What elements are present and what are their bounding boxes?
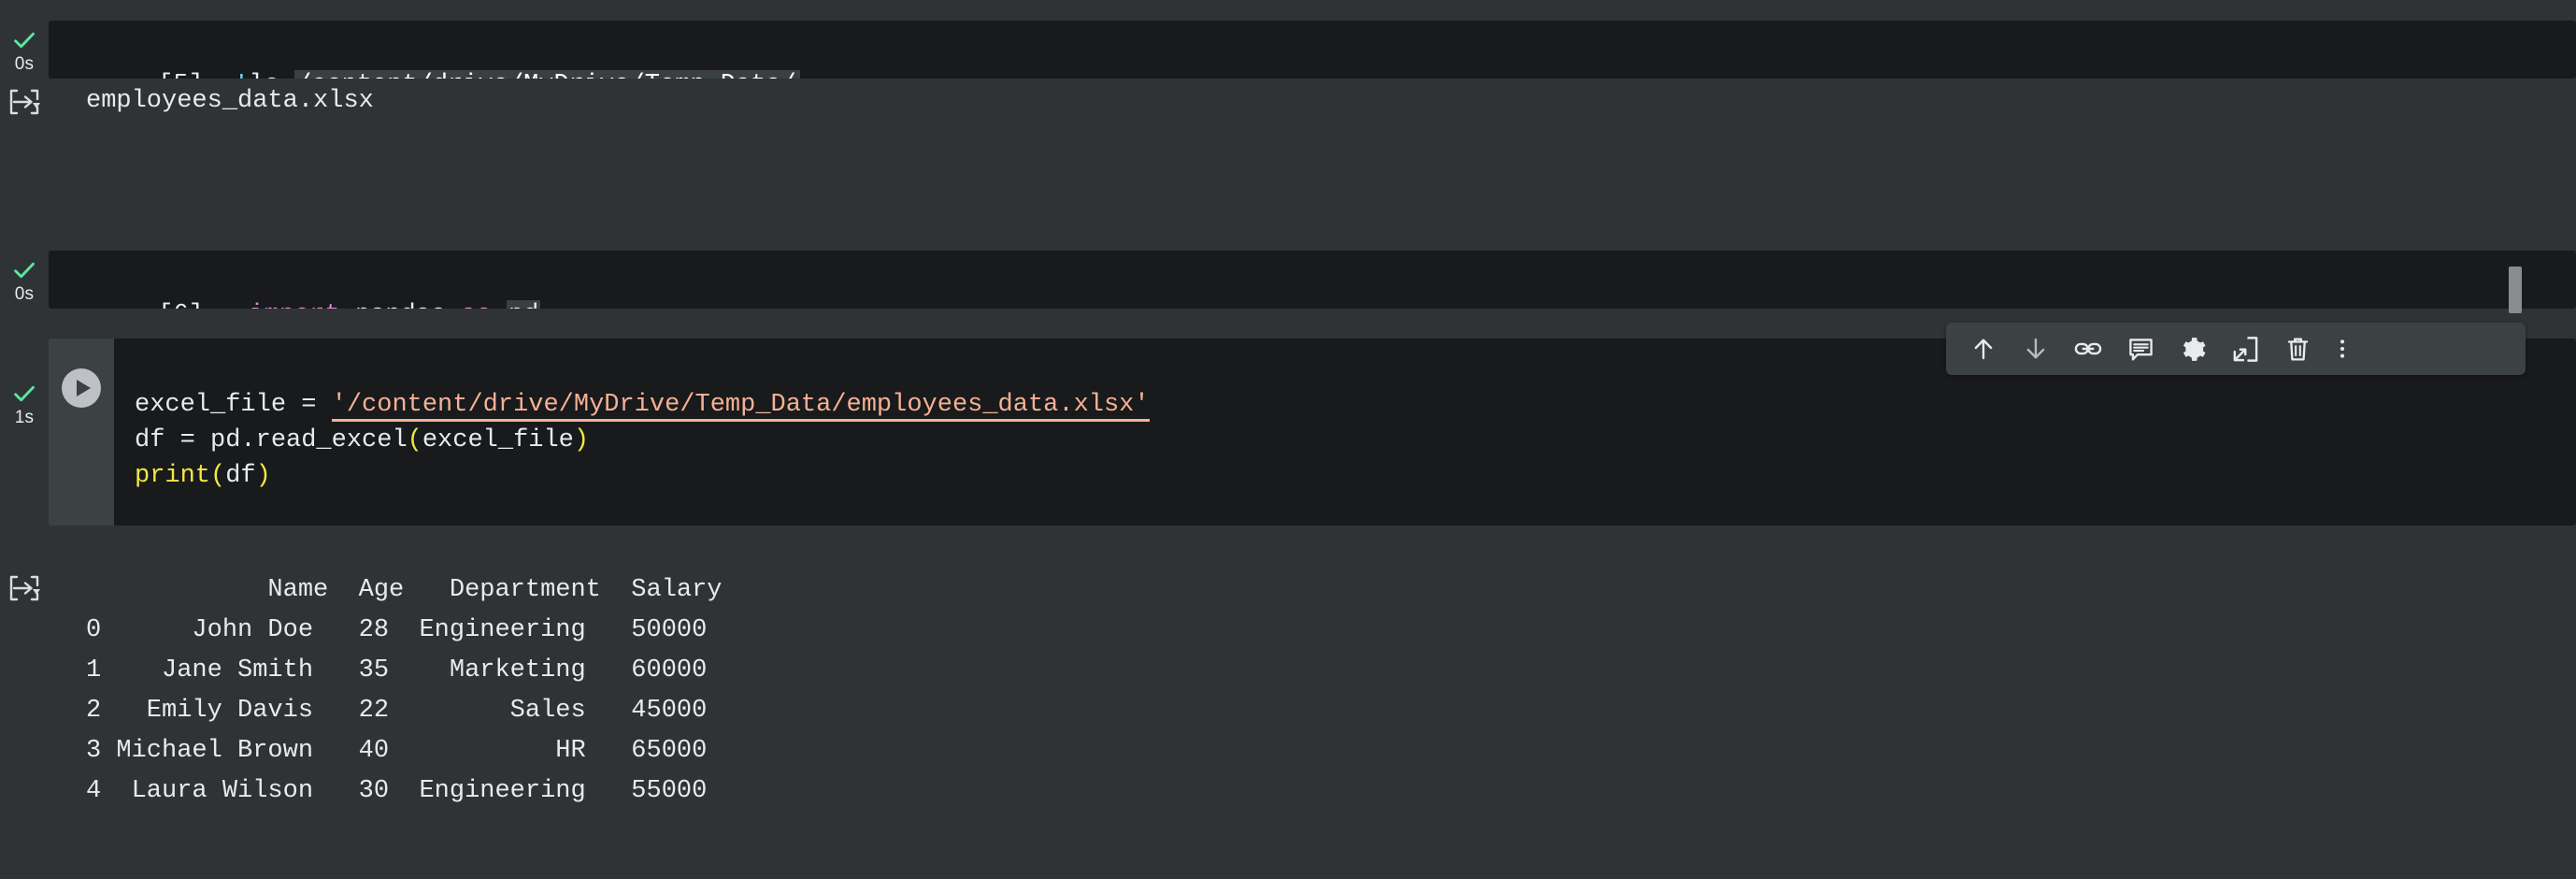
cell-3-gutter: 1s xyxy=(0,339,49,526)
close-paren: ) xyxy=(255,462,271,490)
cell-1-output-text: employees_data.xlsx xyxy=(86,87,374,115)
colab-notebook: 0s [5] !ls /content/drive/MyDrive/Temp_D… xyxy=(0,0,2576,879)
table-row: 4 Laura Wilson 30 Engineering 55000 xyxy=(86,777,708,805)
close-paren: ) xyxy=(573,426,590,454)
cell-1-output: employees_data.xlsx xyxy=(0,84,2576,127)
cell-3-run-time: 1s xyxy=(14,408,35,427)
cell-1-gutter: 0s xyxy=(0,21,49,79)
print-argument: df xyxy=(225,462,256,490)
open-paren: ( xyxy=(407,426,422,454)
assignment-operator: = xyxy=(286,391,332,419)
cell-2-gutter: 0s xyxy=(0,251,49,309)
cell-1-run-time: 0s xyxy=(14,54,35,74)
module-alias: pd xyxy=(506,300,541,309)
cell-2-exec-count: [6] xyxy=(158,297,204,309)
output-stream-icon[interactable] xyxy=(8,88,40,116)
cell-action-toolbar[interactable] xyxy=(1946,323,2526,375)
cell-1-output-icon-wrap xyxy=(0,84,49,116)
string-literal-path: '/content/drive/MyDrive/Temp_Data/employ… xyxy=(331,391,1150,422)
cell-2-editor[interactable]: [6] import pandas as pd xyxy=(49,251,2576,309)
shell-bang: ! xyxy=(234,71,249,79)
keyword-import: import xyxy=(249,301,339,309)
arrow-up-icon xyxy=(1974,339,1993,360)
mirror-tab-icon xyxy=(2233,336,2257,362)
arrow-down-icon xyxy=(2026,338,2045,359)
cell-2-scrollbar-thumb[interactable] xyxy=(2509,267,2522,313)
open-paren: ( xyxy=(210,462,226,490)
cell-2-run-time: 0s xyxy=(14,284,35,304)
play-icon xyxy=(77,380,91,396)
trash-icon xyxy=(2287,337,2308,361)
check-icon xyxy=(14,262,35,279)
cell-1-editor[interactable]: [5] !ls /content/drive/MyDrive/Temp_Data… xyxy=(49,21,2576,79)
cell-3-run-gutter xyxy=(49,339,114,526)
table-row: 3 Michael Brown 40 HR 65000 xyxy=(86,737,708,765)
delete-cell-button[interactable] xyxy=(2271,323,2324,375)
print-builtin: print xyxy=(135,462,211,490)
check-icon xyxy=(14,385,35,402)
code-cell-1[interactable]: 0s [5] !ls /content/drive/MyDrive/Temp_D… xyxy=(0,21,2576,79)
shell-command: ls xyxy=(249,71,279,79)
table-row: 2 Emily Davis 22 Sales 45000 xyxy=(86,697,708,725)
table-row: 0 John Doe 28 Engineering 50000 xyxy=(86,616,708,644)
kebab-menu-icon xyxy=(2340,339,2345,358)
variable-excel-file: excel_file xyxy=(135,391,287,419)
cell-3-output-icon-wrap xyxy=(0,561,49,602)
cell-settings-button[interactable] xyxy=(2167,323,2219,375)
run-cell-button[interactable] xyxy=(62,368,101,408)
gear-icon xyxy=(2182,337,2206,361)
dataframe-output: Name Age Department Salary 0 John Doe 28… xyxy=(86,561,723,812)
link-to-cell-button[interactable] xyxy=(2062,323,2114,375)
mirror-cell-button[interactable] xyxy=(2219,323,2271,375)
link-icon xyxy=(2074,342,2102,355)
code-cell-2[interactable]: 0s [6] import pandas as pd xyxy=(0,251,2576,309)
check-icon xyxy=(14,32,35,49)
table-row: 1 Jane Smith 35 Marketing 60000 xyxy=(86,656,708,684)
cell-1-exec-count: [5] xyxy=(158,67,204,79)
move-cell-up-button[interactable] xyxy=(1957,323,2010,375)
output-stream-icon[interactable] xyxy=(8,574,40,602)
comment-icon xyxy=(2128,338,2153,361)
read-excel-call: df = pd.read_excel xyxy=(135,426,408,454)
more-options-button[interactable] xyxy=(2324,323,2361,375)
dataframe-header-row: Name Age Department Salary xyxy=(86,576,723,604)
shell-path-argument: /content/drive/MyDrive/Temp_Data/ xyxy=(294,70,800,79)
move-cell-down-button[interactable] xyxy=(2010,323,2062,375)
add-comment-button[interactable] xyxy=(2114,323,2167,375)
keyword-as: as xyxy=(461,301,491,309)
module-name: pandas xyxy=(355,301,446,309)
cell-3-output: Name Age Department Salary 0 John Doe 28… xyxy=(0,561,2576,823)
read-excel-argument: excel_file xyxy=(422,426,574,454)
